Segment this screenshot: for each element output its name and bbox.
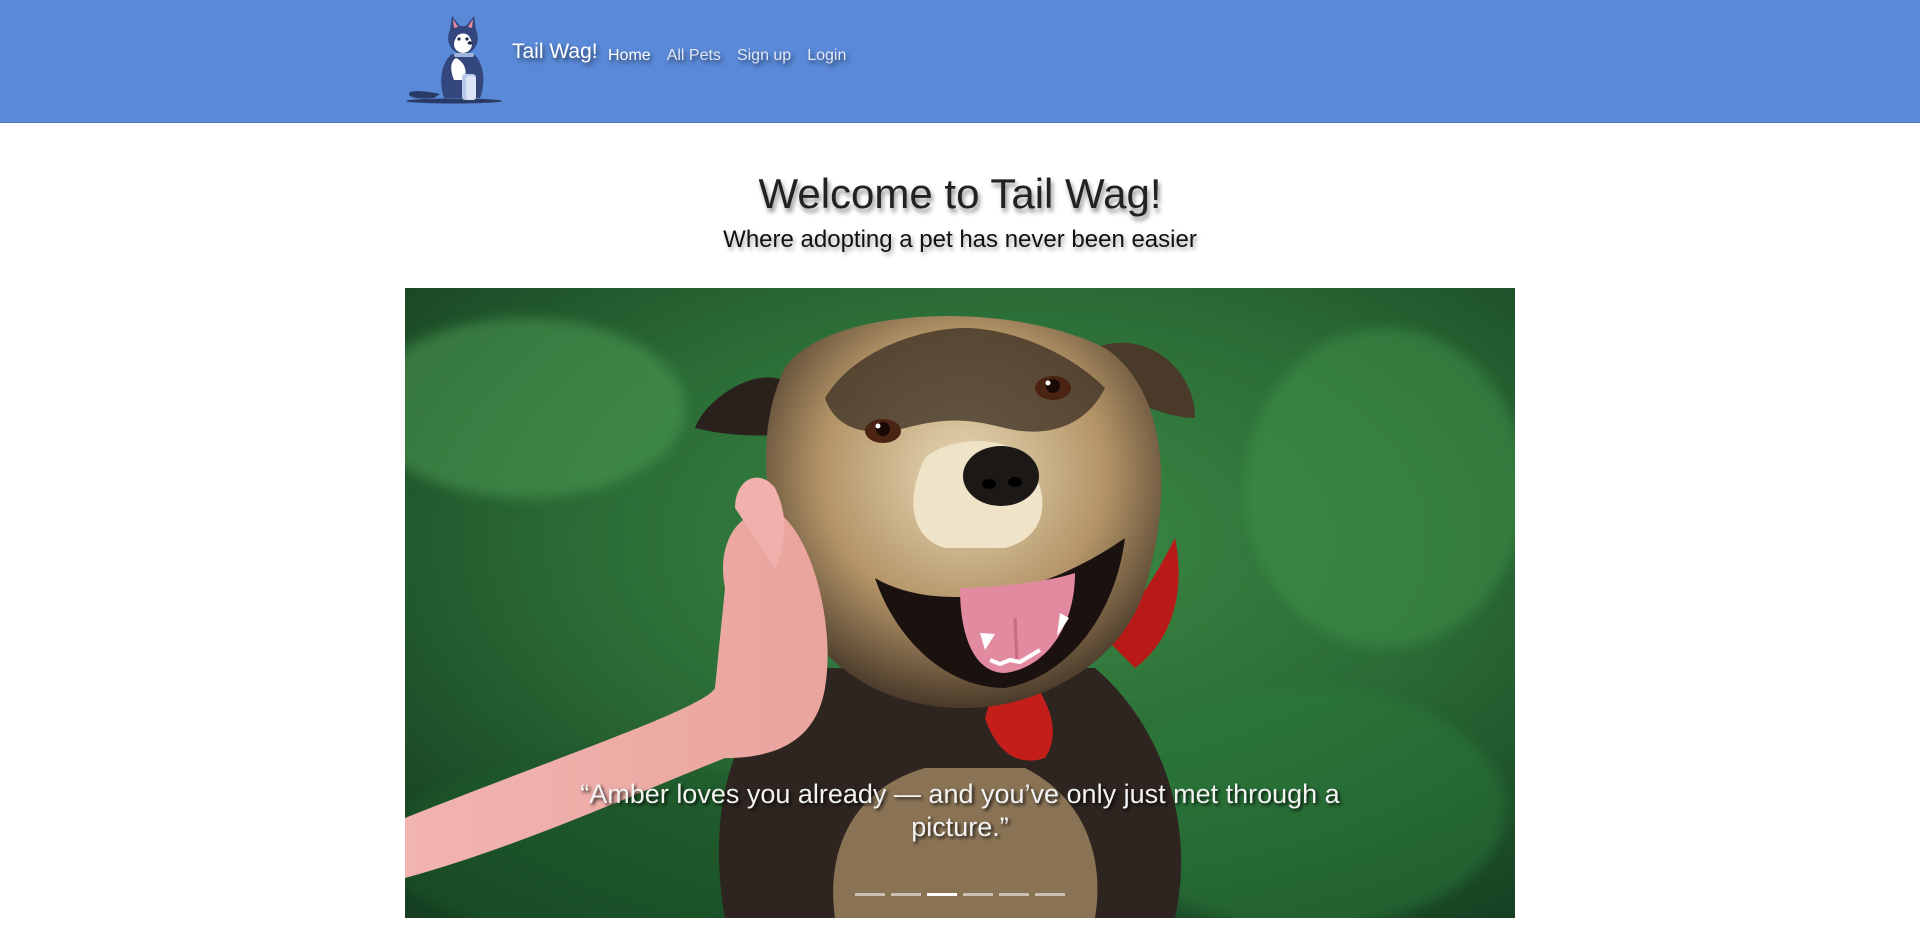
nav-link-sign-up[interactable]: Sign up xyxy=(737,47,791,65)
nav-link-all-pets[interactable]: All Pets xyxy=(667,47,721,65)
carousel-indicators xyxy=(405,888,1515,901)
page-title: Welcome to Tail Wag! xyxy=(758,170,1162,217)
carousel-indicator-1[interactable] xyxy=(855,888,885,901)
page-subtitle: Where adopting a pet has never been easi… xyxy=(723,226,1197,253)
brand-link[interactable]: Tail Wag! xyxy=(404,10,598,106)
nav-link-home[interactable]: Home xyxy=(608,47,651,65)
navbar: Tail Wag! Home All Pets Sign up Login xyxy=(0,0,1920,123)
carousel-indicator-6[interactable] xyxy=(1035,888,1065,901)
carousel-caption: “Amber loves you already — and you’ve on… xyxy=(580,779,1340,842)
carousel-indicator-5[interactable] xyxy=(999,888,1029,901)
nav-link-login[interactable]: Login xyxy=(807,47,846,65)
page: Tail Wag! Home All Pets Sign up Login We… xyxy=(0,0,1920,939)
husky-dog-logo-icon xyxy=(406,16,502,104)
brand-name: Tail Wag! xyxy=(512,40,598,63)
carousel-indicator-3[interactable] xyxy=(927,888,957,901)
carousel-indicator-2[interactable] xyxy=(891,888,921,901)
main-nav: Home All Pets Sign up Login xyxy=(608,47,862,65)
carousel-indicator-4[interactable] xyxy=(963,888,993,901)
pet-carousel[interactable]: “Amber loves you already — and you’ve on… xyxy=(405,288,1515,918)
